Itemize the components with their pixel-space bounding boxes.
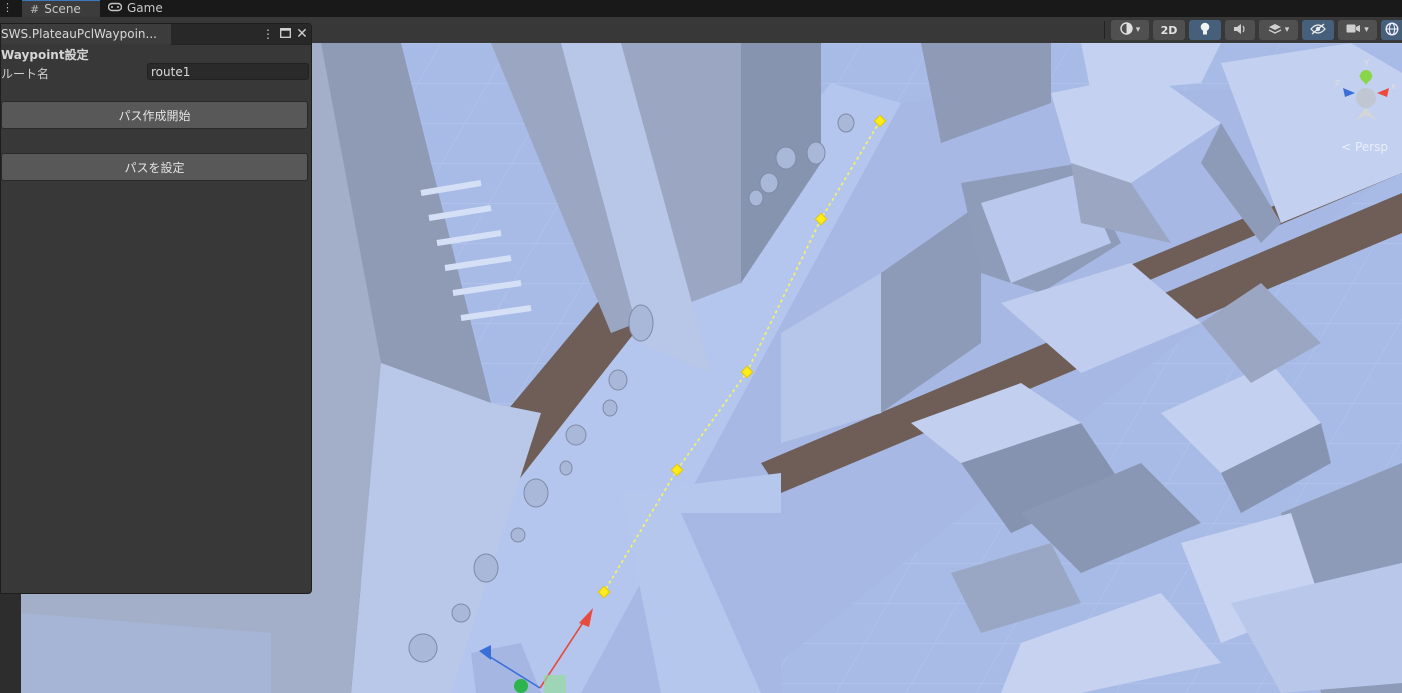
close-icon[interactable]: ✕ [295, 25, 309, 43]
set-path-label: パスを設定 [124, 160, 185, 175]
gizmos-toggle[interactable] [1381, 20, 1402, 40]
tab-menu-icon[interactable]: ⋮ [2, 0, 13, 17]
editor-window-titlebar[interactable]: ⋮ ✕ [171, 24, 311, 45]
lightbulb-icon [1199, 22, 1211, 39]
projection-label[interactable]: < Persp [1341, 140, 1388, 154]
camera-icon [1346, 23, 1361, 37]
audio-toggle[interactable] [1225, 20, 1255, 40]
tab-scene[interactable]: # Scene [22, 0, 100, 17]
audio-icon [1233, 23, 1247, 38]
maximize-icon[interactable] [278, 25, 292, 43]
toggle-2d-button[interactable]: 2D [1153, 20, 1185, 40]
shading-mode-dropdown[interactable] [1111, 20, 1149, 40]
lighting-toggle[interactable] [1189, 20, 1221, 40]
scene-visibility-toggle[interactable] [1302, 20, 1334, 40]
set-path-button[interactable]: パスを設定 [1, 153, 308, 181]
waypoint-editor-window: SWS.PlateauPclWaypoin... ⋮ ✕ Waypoint設定 … [0, 23, 312, 594]
gizmo-axis-x-label: x [1391, 82, 1397, 92]
toggle-2d-label: 2D [1160, 23, 1178, 37]
route-name-label: ルート名 [1, 67, 50, 81]
shading-sphere-icon [1120, 22, 1133, 38]
effects-dropdown[interactable] [1259, 20, 1298, 40]
grid-icon: # [30, 2, 40, 16]
window-menu-icon[interactable]: ⋮ [261, 25, 275, 43]
waypoint-settings-heading: Waypoint設定 [1, 48, 89, 62]
gizmo-globe-icon [1384, 21, 1399, 39]
start-path-creation-label: パス作成開始 [118, 108, 191, 123]
tab-game-label: Game [127, 1, 163, 15]
route-name-input[interactable] [147, 63, 309, 80]
tab-game[interactable]: Game [104, 0, 163, 17]
eye-off-icon [1310, 22, 1326, 38]
layers-icon [1268, 23, 1282, 38]
gamepad-icon [107, 0, 123, 17]
toolbar-divider [1104, 21, 1105, 39]
start-path-creation-button[interactable]: パス作成開始 [1, 101, 308, 129]
window-tab-bar: ⋮ # Scene Game [0, 0, 1402, 17]
camera-settings-dropdown[interactable] [1338, 20, 1377, 40]
editor-window-title[interactable]: SWS.PlateauPclWaypoin... [1, 24, 172, 44]
tab-scene-label: Scene [44, 1, 81, 16]
gizmo-axis-z-label: z [1335, 78, 1340, 88]
gizmo-axis-y-label: y [1364, 57, 1370, 67]
